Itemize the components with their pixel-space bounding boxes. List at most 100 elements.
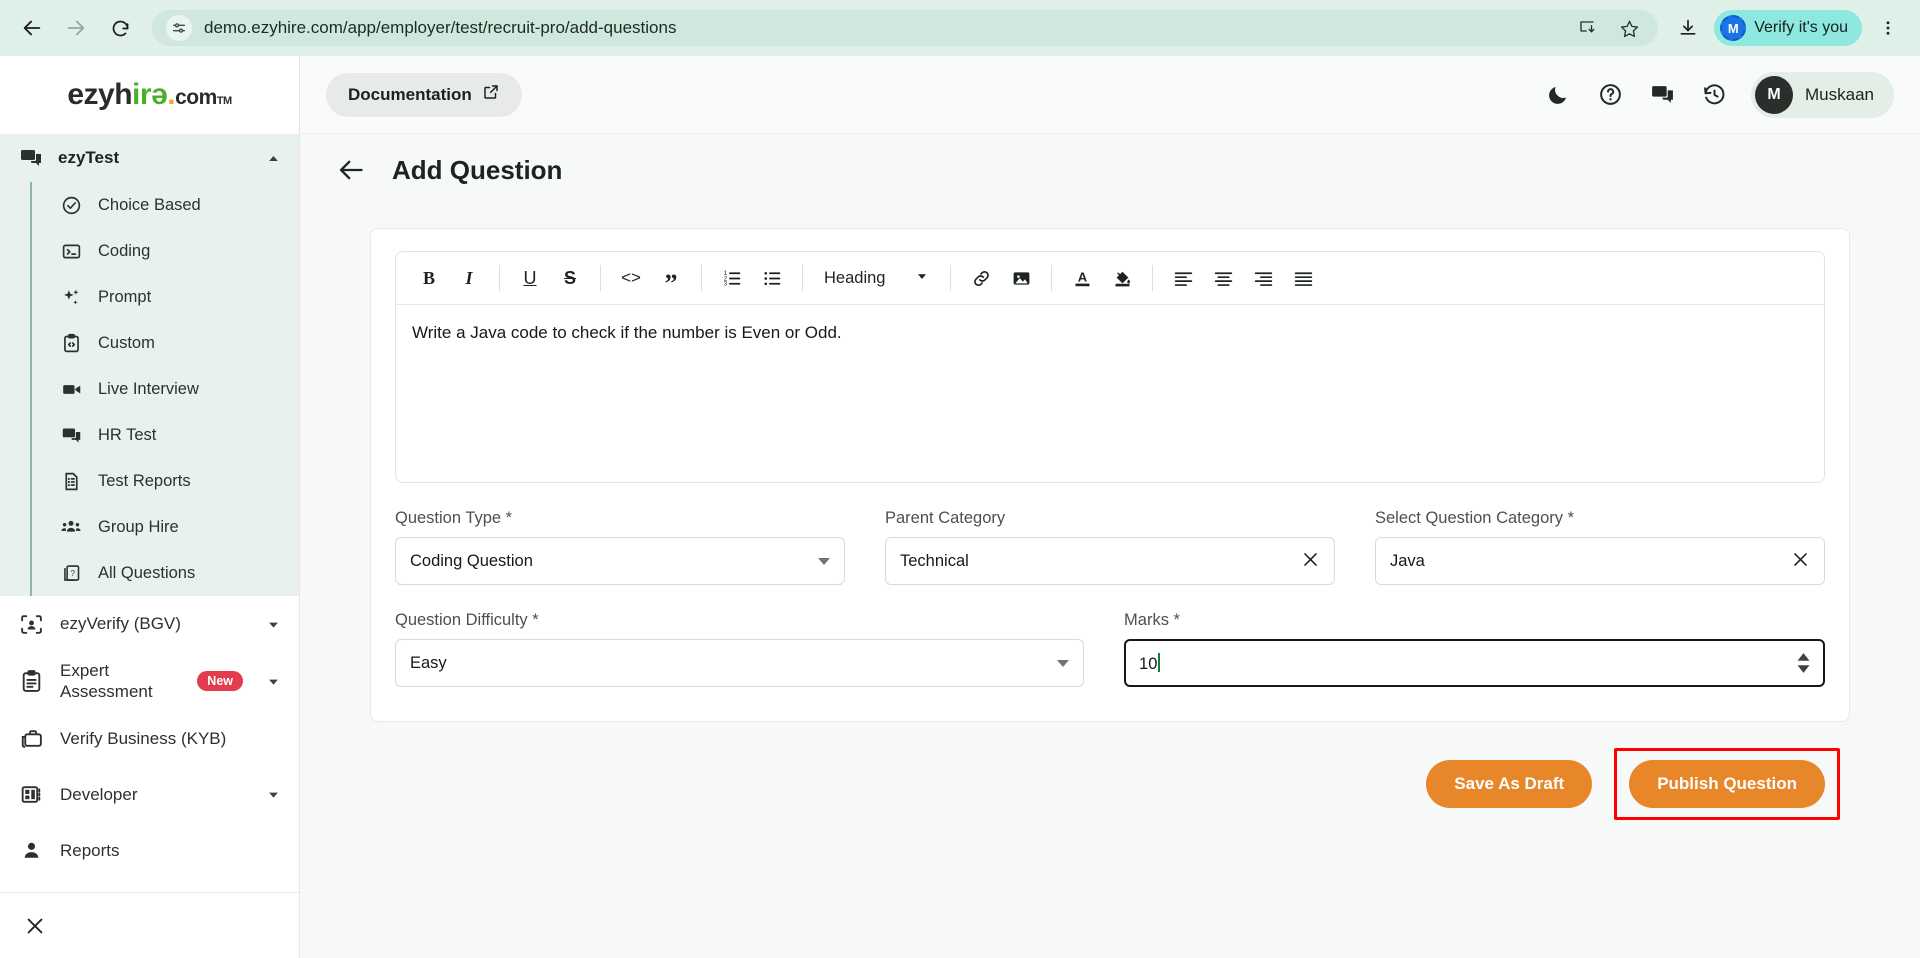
terminal-icon (60, 240, 82, 262)
clipboard-list-icon (18, 668, 44, 694)
close-icon[interactable] (22, 913, 48, 939)
question-type-select[interactable]: Coding Question (395, 537, 845, 585)
sidebar-item-developer[interactable]: Developer (0, 767, 299, 823)
parent-category-label: Parent Category (885, 509, 1006, 527)
image-icon[interactable] (1002, 259, 1040, 297)
underline-icon[interactable]: U (511, 259, 549, 297)
sparkle-icon (60, 286, 82, 308)
user-name: Muskaan (1805, 84, 1874, 104)
sidebar-footer (0, 892, 299, 958)
sidebar-item-prompt[interactable]: Prompt (32, 274, 299, 320)
sidebar-item-hr-test[interactable]: HR Test (32, 412, 299, 458)
editor-content-text: Write a Java code to check if the number… (412, 323, 842, 342)
history-clock-icon[interactable] (1699, 80, 1729, 110)
documentation-button[interactable]: Documentation (326, 72, 522, 117)
blockquote-icon[interactable]: ” (652, 259, 690, 297)
sidebar-item-expert-assessment-label: Expert Assessment (60, 661, 153, 702)
sidebar-item-live-interview[interactable]: Live Interview (32, 366, 299, 412)
sidebar: ezyh i r ǝ. com TM ezyTest Choice Based … (0, 56, 300, 958)
verify-its-you-button[interactable]: M Verify it's you (1714, 10, 1862, 46)
italic-icon[interactable]: I (450, 259, 488, 297)
question-difficulty-value: Easy (410, 653, 447, 672)
fill-color-icon[interactable] (1103, 259, 1141, 297)
ordered-list-icon[interactable]: 123 (713, 259, 751, 297)
sidebar-item-verify-business[interactable]: Verify Business (KYB) (0, 711, 299, 767)
reload-icon[interactable] (100, 8, 140, 48)
question-difficulty-select[interactable]: Easy (395, 639, 1085, 687)
sidebar-item-ezytest-label: ezyTest (58, 148, 120, 167)
sidebar-item-ezytest[interactable]: ezyTest (0, 134, 299, 182)
url-bar[interactable]: demo.ezyhire.com/app/employer/test/recru… (152, 10, 1659, 46)
bold-icon[interactable]: B (410, 259, 448, 297)
user-menu[interactable]: M Muskaan (1751, 71, 1894, 118)
three-dot-menu-icon[interactable] (1868, 8, 1908, 48)
sidebar-item-prompt-label: Prompt (98, 287, 152, 306)
close-icon[interactable] (1791, 550, 1810, 573)
sidebar-item-custom[interactable]: Custom (32, 320, 299, 366)
documentation-label: Documentation (348, 84, 472, 104)
save-as-draft-button[interactable]: Save As Draft (1426, 760, 1593, 808)
align-right-icon[interactable] (1244, 259, 1282, 297)
quantity-stepper[interactable] (1797, 653, 1810, 673)
link-icon[interactable] (962, 259, 1000, 297)
sidebar-item-ezyverify[interactable]: ezyVerify (BGV) (0, 596, 299, 652)
align-justify-icon[interactable] (1284, 259, 1322, 297)
toolbar-divider (1051, 265, 1053, 291)
sidebar-item-all-questions[interactable]: ? All Questions (32, 550, 299, 596)
chevron-up-icon[interactable] (265, 151, 281, 166)
logo-part-r: r (139, 78, 152, 111)
editor-content-area[interactable]: Write a Java code to check if the number… (396, 304, 1824, 482)
site-settings-icon[interactable] (166, 15, 192, 41)
content-scroll-area: B I U S <> ” 123 Heading A Write a Java … (300, 206, 1920, 958)
heading-dropdown[interactable]: Heading (814, 259, 939, 297)
toolbar-divider (600, 265, 601, 291)
back-arrow-icon[interactable] (336, 155, 366, 185)
chat-bubbles-icon[interactable] (1647, 80, 1677, 110)
close-icon[interactable] (1301, 550, 1320, 573)
people-group-icon (60, 516, 82, 538)
back-arrow-icon[interactable] (12, 8, 52, 48)
browser-chrome: demo.ezyhire.com/app/employer/test/recru… (0, 0, 1920, 56)
logo-dot: . (167, 78, 176, 111)
logo-tm: TM (216, 95, 232, 107)
code-icon[interactable]: <> (612, 259, 650, 297)
parent-category-input[interactable]: Technical (885, 537, 1335, 585)
publish-question-highlight-box: Publish Question (1614, 748, 1840, 820)
forward-arrow-icon[interactable] (56, 8, 96, 48)
text-color-icon[interactable]: A (1063, 259, 1101, 297)
verify-avatar: M (1720, 15, 1747, 41)
sidebar-item-choice-based[interactable]: Choice Based (32, 182, 299, 228)
marks-input[interactable]: 10 (1124, 639, 1825, 687)
help-circle-icon[interactable] (1595, 80, 1625, 110)
dark-mode-moon-icon[interactable] (1543, 80, 1573, 110)
sidebar-item-expert-assessment[interactable]: Expert Assessment New (0, 652, 299, 711)
align-left-icon[interactable] (1164, 259, 1202, 297)
strikethrough-icon[interactable]: S (551, 259, 589, 297)
bullet-list-icon[interactable] (753, 259, 791, 297)
person-icon (18, 838, 44, 864)
sidebar-item-reports[interactable]: Reports (0, 823, 299, 879)
download-icon[interactable] (1668, 8, 1708, 48)
app-shell: ezyh i r ǝ. com TM ezyTest Choice Based … (0, 56, 1920, 958)
main-area: Documentation M Muskaan Add Question B I… (300, 56, 1920, 958)
face-scan-icon (18, 611, 44, 637)
topbar-actions: M Muskaan (1543, 71, 1894, 118)
align-center-icon[interactable] (1204, 259, 1242, 297)
app-logo[interactable]: ezyh i r ǝ. com TM (0, 56, 299, 134)
rich-text-editor: B I U S <> ” 123 Heading A Write a Java … (395, 251, 1825, 483)
install-app-icon[interactable] (1572, 13, 1602, 43)
sidebar-item-group-hire[interactable]: Group Hire (32, 504, 299, 550)
editor-toolbar: B I U S <> ” 123 Heading A (396, 252, 1824, 304)
verify-label: Verify it's you (1754, 19, 1848, 36)
toolbar-divider (802, 265, 803, 291)
sidebar-item-developer-label: Developer (60, 784, 138, 804)
star-icon[interactable] (1614, 13, 1644, 43)
question-category-input[interactable]: Java (1375, 537, 1825, 585)
chevron-down-icon[interactable] (265, 617, 281, 632)
form-row-2: Question Difficulty * Easy Marks * 10 (395, 611, 1825, 687)
chevron-down-icon[interactable] (265, 787, 281, 802)
sidebar-item-coding[interactable]: Coding (32, 228, 299, 274)
sidebar-item-test-reports[interactable]: Test Reports (32, 458, 299, 504)
publish-question-button[interactable]: Publish Question (1629, 760, 1825, 808)
chevron-down-icon[interactable] (265, 674, 281, 689)
